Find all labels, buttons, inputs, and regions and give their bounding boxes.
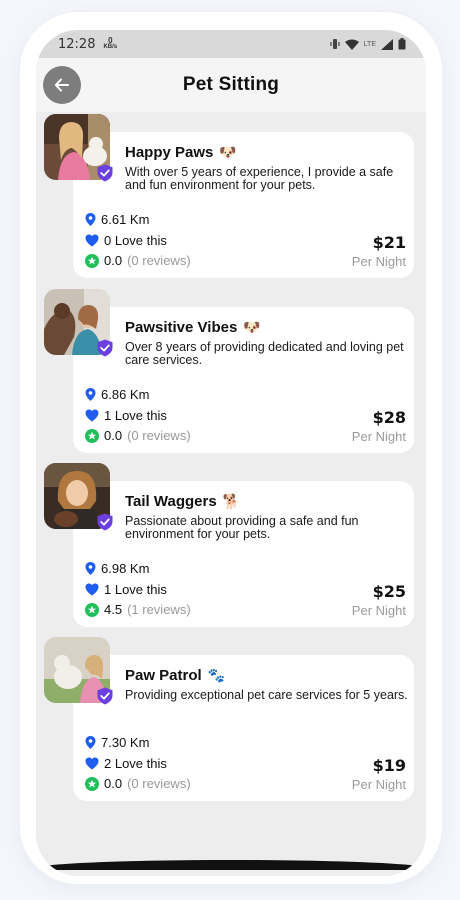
rating-value: 0.0 — [104, 253, 123, 268]
love-count-text: 1 Love this — [104, 408, 167, 423]
rating-value: 0.0 — [104, 776, 123, 791]
sitter-name-text: Paw Patrol — [125, 667, 202, 684]
lte-label: LTE — [363, 40, 376, 48]
paw-emoji-icon: 🐾 — [207, 667, 226, 684]
rating-row: 0.0 (0 reviews) — [85, 428, 191, 443]
sitter-name: Happy Paws 🐶 — [125, 144, 237, 161]
price-unit: Per Night — [351, 254, 406, 269]
distance-row: 7.30 Km — [85, 735, 149, 750]
network-speed-unit: KB/s — [103, 44, 118, 50]
wifi-icon — [344, 39, 359, 50]
price: $21 — [372, 233, 406, 252]
sitter-description: Over 8 years of providing dedicated and … — [125, 340, 404, 367]
dog-emoji-icon: 🐶 — [219, 144, 237, 161]
card-background: Pawsitive Vibes 🐶 Over 8 years of provid… — [73, 307, 414, 453]
love-count-text: 0 Love this — [104, 233, 167, 248]
verified-badge-icon — [97, 164, 113, 182]
star-badge-icon — [85, 602, 99, 617]
location-pin-icon — [85, 388, 96, 401]
dog-emoji-icon: 🐶 — [243, 319, 261, 336]
rating-row: 4.5 (1 reviews) — [85, 602, 191, 617]
sitter-name: Tail Waggers 🐕 — [125, 493, 240, 510]
love-row: 1 Love this — [85, 582, 167, 597]
heart-icon[interactable] — [85, 409, 99, 422]
sitter-name-text: Tail Waggers — [125, 493, 217, 510]
sitter-name: Paw Patrol 🐾 — [125, 667, 225, 684]
distance-text: 6.61 Km — [101, 212, 150, 227]
location-pin-icon — [85, 213, 96, 226]
heart-icon[interactable] — [85, 234, 99, 247]
sitter-card-paw-patrol[interactable]: Paw Patrol 🐾 Providing exceptional pet c… — [36, 635, 426, 803]
network-speed: 0 KB/s — [103, 37, 118, 51]
arrow-left-icon — [54, 78, 69, 92]
verified-badge-icon — [97, 339, 113, 357]
sitter-description: Providing exceptional pet care services … — [125, 688, 408, 702]
sitter-description: Passionate about providing a safe and fu… — [125, 514, 359, 541]
phone-frame: 12:28 0 KB/s LTE Pet Sitting Happy Paws … — [20, 12, 442, 884]
back-button[interactable] — [43, 66, 81, 104]
sitter-card-happy-paws[interactable]: Happy Paws 🐶 With over 5 years of experi… — [36, 112, 426, 280]
price-unit: Per Night — [351, 429, 406, 444]
love-row: 2 Love this — [85, 756, 167, 771]
love-count-text: 1 Love this — [104, 582, 167, 597]
distance-text: 7.30 Km — [101, 735, 150, 750]
price: $19 — [372, 756, 406, 775]
rating-value: 4.5 — [104, 602, 123, 617]
card-background: Tail Waggers 🐕 Passionate about providin… — [73, 481, 414, 627]
star-badge-icon — [85, 253, 99, 268]
location-pin-icon — [85, 562, 96, 575]
app-bar: Pet Sitting — [36, 58, 426, 112]
verified-badge-icon — [97, 687, 113, 705]
distance-row: 6.86 Km — [85, 387, 149, 402]
price: $25 — [372, 582, 406, 601]
love-count-text: 2 Love this — [104, 756, 167, 771]
star-badge-icon — [85, 776, 99, 791]
price: $28 — [372, 408, 406, 427]
love-row: 1 Love this — [85, 408, 167, 423]
distance-row: 6.98 Km — [85, 561, 149, 576]
bottom-nav-edge — [36, 860, 426, 870]
rating-row: 0.0 (0 reviews) — [85, 253, 191, 268]
dog-emoji-icon: 🐕 — [222, 493, 241, 510]
star-badge-icon — [85, 428, 99, 443]
review-count[interactable]: (0 reviews) — [127, 776, 191, 791]
sitter-description: With over 5 years of experience, I provi… — [125, 165, 394, 192]
review-count[interactable]: (0 reviews) — [127, 428, 191, 443]
rating-value: 0.0 — [104, 428, 123, 443]
price-unit: Per Night — [351, 603, 406, 618]
rating-row: 0.0 (0 reviews) — [85, 776, 191, 791]
status-bar: 12:28 0 KB/s LTE — [36, 30, 426, 58]
card-background: Paw Patrol 🐾 Providing exceptional pet c… — [73, 655, 414, 801]
status-icons: LTE — [330, 38, 406, 50]
distance-text: 6.98 Km — [101, 561, 150, 576]
sitter-name-text: Pawsitive Vibes — [125, 319, 238, 336]
app-screen: 12:28 0 KB/s LTE Pet Sitting Happy Paws … — [36, 30, 426, 876]
status-time: 12:28 — [58, 36, 96, 52]
heart-icon[interactable] — [85, 757, 99, 770]
heart-icon[interactable] — [85, 583, 99, 596]
review-count[interactable]: (1 reviews) — [127, 602, 191, 617]
card-background: Happy Paws 🐶 With over 5 years of experi… — [73, 132, 414, 278]
review-count[interactable]: (0 reviews) — [127, 253, 191, 268]
battery-icon — [398, 38, 406, 50]
sitter-name-text: Happy Paws — [125, 144, 214, 161]
verified-badge-icon — [97, 513, 113, 531]
vibrate-icon — [330, 39, 340, 49]
signal-icon — [381, 38, 393, 50]
sitter-card-pawsitive-vibes[interactable]: Pawsitive Vibes 🐶 Over 8 years of provid… — [36, 287, 426, 455]
page-title: Pet Sitting — [182, 74, 280, 95]
sitter-name: Pawsitive Vibes 🐶 — [125, 319, 261, 336]
distance-row: 6.61 Km — [85, 212, 149, 227]
distance-text: 6.86 Km — [101, 387, 150, 402]
price-unit: Per Night — [351, 777, 406, 792]
love-row: 0 Love this — [85, 233, 167, 248]
sitter-card-tail-waggers[interactable]: Tail Waggers 🐕 Passionate about providin… — [36, 461, 426, 629]
location-pin-icon — [85, 736, 96, 749]
